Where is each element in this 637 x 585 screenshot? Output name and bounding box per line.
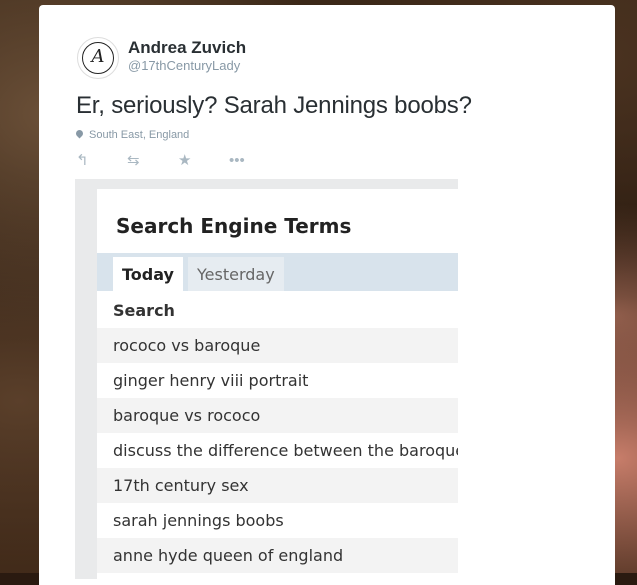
list-item: baroque vs rococo <box>97 398 458 433</box>
tab-yesterday: Yesterday <box>188 257 284 291</box>
favorite-icon[interactable]: ★ <box>178 151 229 171</box>
tweet-location[interactable]: South East, England <box>76 129 189 141</box>
search-terms-list: rococo vs baroque ginger henry viii port… <box>97 328 458 573</box>
column-header-search: Search <box>113 301 175 320</box>
location-pin-icon <box>76 130 83 140</box>
display-name[interactable]: Andrea Zuvich <box>128 38 246 58</box>
list-item: anne hyde queen of england <box>97 538 458 573</box>
user-handle[interactable]: @17thCenturyLady <box>128 58 240 73</box>
list-item: discuss the difference between the baroq… <box>97 433 458 468</box>
list-item: sarah jennings boobs <box>97 503 458 538</box>
tweet-card: A Andrea Zuvich @17thCenturyLady Er, ser… <box>39 5 615 585</box>
seventeenth-century-lady-monogram-icon: A <box>91 46 105 67</box>
retweet-icon[interactable]: ⇆ <box>127 151 178 171</box>
location-label: South East, England <box>89 129 190 141</box>
list-item: ginger henry viii portrait <box>97 363 458 398</box>
list-item: 17th century sex <box>97 468 458 503</box>
list-item: rococo vs baroque <box>97 328 458 363</box>
search-terms-panel: Search Engine Terms Today Yesterday Sear… <box>97 189 458 579</box>
more-icon[interactable]: ••• <box>229 151 280 171</box>
reply-icon[interactable]: ↰ <box>76 151 127 171</box>
panel-title: Search Engine Terms <box>116 214 352 238</box>
tab-today: Today <box>113 257 183 291</box>
tweet-actions: ↰ ⇆ ★ ••• <box>76 151 280 171</box>
tab-bar: Today Yesterday <box>97 253 458 291</box>
attached-image[interactable]: Search Engine Terms Today Yesterday Sear… <box>75 179 458 579</box>
avatar[interactable]: A <box>77 37 119 79</box>
tweet-text: Er, seriously? Sarah Jennings boobs? <box>76 92 472 119</box>
